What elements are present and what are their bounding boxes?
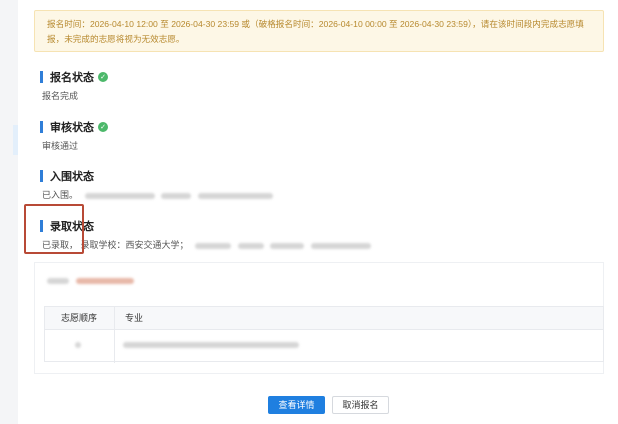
registration-time-notice: 报名时间：2026-04-10 12:00 至 2026-04-30 23:59… (34, 10, 604, 52)
column-header-order: 志愿顺序 (61, 313, 98, 323)
table-header: 志愿顺序 专业 (45, 307, 603, 330)
shortlist-status-title: 入围状态 (50, 171, 94, 183)
table-row (45, 330, 603, 362)
review-status-title: 审核状态 (50, 122, 94, 134)
redacted-info (270, 242, 305, 249)
redacted-info (195, 242, 232, 249)
left-nav-rail (0, 0, 18, 424)
admission-status-highlight (24, 204, 84, 254)
notice-text: 报名时间：2026-04-10 12:00 至 2026-04-30 23:59… (47, 19, 584, 44)
review-status-section: 审核状态 ✓ 审核通过 (40, 120, 108, 151)
review-status-text: 审核通过 (42, 141, 79, 151)
section-accent-bar (40, 121, 43, 133)
redacted-info (310, 242, 371, 249)
redacted-info (237, 242, 264, 249)
section-accent-bar (40, 71, 43, 83)
cancel-registration-button[interactable]: 取消报名 (332, 396, 389, 414)
volunteer-table: 志愿顺序 专业 (44, 306, 604, 363)
redacted-info (75, 342, 81, 348)
admission-school-text: 录取学校：西安交通大学； (80, 240, 189, 250)
registration-status-text: 报名完成 (42, 91, 79, 101)
status-card: 报名时间：2026-04-10 12:00 至 2026-04-30 23:59… (18, 0, 618, 424)
application-header-redacted (47, 275, 134, 285)
redacted-info (123, 342, 299, 348)
check-circle-icon: ✓ (98, 72, 108, 82)
column-header-major: 专业 (125, 313, 144, 323)
shortlist-status-text: 已入围。 (42, 190, 79, 200)
view-details-button[interactable]: 查看详情 (268, 396, 325, 414)
section-accent-bar (40, 170, 43, 182)
redacted-info (197, 192, 273, 199)
shortlist-status-section: 入围状态 已入围。 (40, 169, 273, 200)
check-circle-icon: ✓ (98, 122, 108, 132)
redacted-info (47, 277, 69, 284)
registration-status-title: 报名状态 (50, 72, 94, 84)
redacted-info (84, 192, 155, 199)
redacted-info (161, 192, 192, 199)
shortlist-status-line: 已入围。 (42, 188, 273, 201)
admission-status-line: 已录取， 录取学校：西安交通大学； (42, 238, 371, 251)
redacted-info (75, 277, 134, 284)
registration-status-section: 报名状态 ✓ 报名完成 (40, 70, 108, 101)
